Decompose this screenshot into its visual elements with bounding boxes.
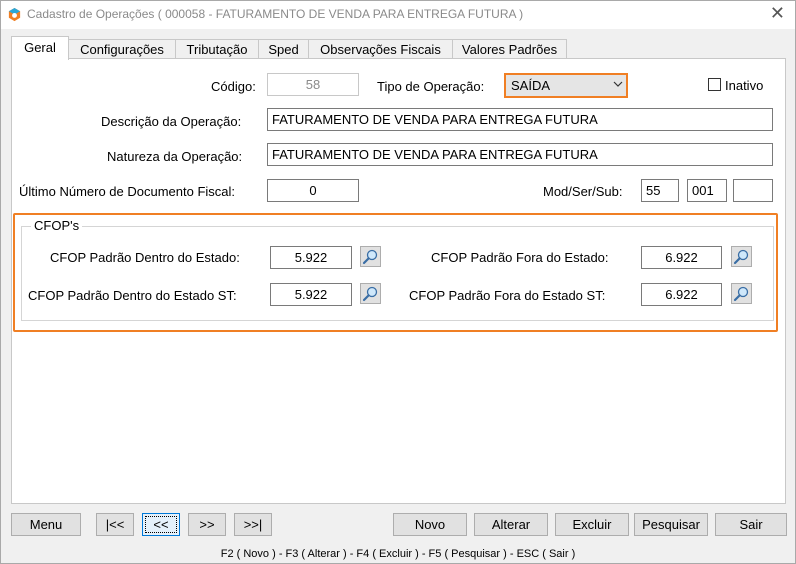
cfop-fora-label: CFOP Padrão Fora do Estado: [431,250,609,265]
magnifier-icon [733,286,749,302]
alterar-button[interactable]: Alterar [474,513,548,536]
codigo-label: Código: [211,79,256,94]
cfop-dentro-st-field[interactable]: 5.922 [270,283,352,306]
sair-button[interactable]: Sair [715,513,787,536]
serie-field[interactable]: 001 [687,179,727,202]
tipo-operacao-label: Tipo de Operação: [377,79,485,94]
ultimo-numero-label: Último Número de Documento Fiscal: [19,184,236,199]
novo-button[interactable]: Novo [393,513,467,536]
inativo-label: Inativo [725,78,764,93]
title-bar: Cadastro de Operações ( 000058 - FATURAM… [1,1,795,29]
mod-field[interactable]: 55 [641,179,679,202]
ultimo-numero-field[interactable]: 0 [267,179,359,202]
magnifier-icon [362,286,378,302]
cfop-dentro-search-button[interactable] [360,246,381,267]
cfop-group-title: CFOP's [31,218,83,233]
previous-record-button[interactable]: << [142,513,180,536]
chevron-down-icon [613,77,623,94]
cfop-dentro-field[interactable]: 5.922 [270,246,352,269]
next-record-button[interactable]: >> [188,513,226,536]
cfop-fora-st-field[interactable]: 6.922 [641,283,722,306]
descricao-field[interactable]: FATURAMENTO DE VENDA PARA ENTREGA FUTURA [267,108,773,131]
subserie-field[interactable] [733,179,773,202]
descricao-label: Descrição da Operação: [101,114,242,129]
tab-valores-padroes[interactable]: Valores Padrões [452,39,567,59]
magnifier-icon [733,249,749,265]
codigo-field[interactable]: 58 [267,73,359,96]
natureza-label: Natureza da Operação: [107,149,243,164]
last-record-button[interactable]: >>| [234,513,272,536]
tab-configuracoes[interactable]: Configurações [68,39,176,59]
cfop-fora-st-label: CFOP Padrão Fora do Estado ST: [409,288,606,303]
natureza-field[interactable]: FATURAMENTO DE VENDA PARA ENTREGA FUTURA [267,143,773,166]
cfop-dentro-st-search-button[interactable] [360,283,381,304]
excluir-button[interactable]: Excluir [555,513,629,536]
tab-geral[interactable]: Geral [11,36,69,60]
cfop-dentro-st-label: CFOP Padrão Dentro do Estado ST: [28,288,237,303]
tab-observacoes-fiscais[interactable]: Observações Fiscais [308,39,453,59]
tab-sped[interactable]: Sped [258,39,309,59]
tipo-operacao-value: SAÍDA [511,78,551,93]
cfop-fora-field[interactable]: 6.922 [641,246,722,269]
first-record-button[interactable]: |<< [96,513,134,536]
close-icon[interactable]: ✕ [770,3,785,25]
app-icon [8,7,21,22]
shortcut-statusbar: F2 ( Novo ) - F3 ( Alterar ) - F4 ( Excl… [220,548,576,560]
tipo-operacao-select[interactable]: SAÍDA [504,73,628,98]
cfop-dentro-label: CFOP Padrão Dentro do Estado: [50,250,240,265]
cfop-groupbox [21,226,774,321]
tab-tributacao[interactable]: Tributação [175,39,259,59]
window-title: Cadastro de Operações ( 000058 - FATURAM… [27,7,524,21]
pesquisar-button[interactable]: Pesquisar [634,513,708,536]
mod-ser-sub-label: Mod/Ser/Sub: [543,184,623,199]
magnifier-icon [362,249,378,265]
menu-button[interactable]: Menu [11,513,81,536]
inativo-checkbox[interactable] [708,78,721,91]
main-window: Cadastro de Operações ( 000058 - FATURAM… [0,0,796,564]
cfop-fora-st-search-button[interactable] [731,283,752,304]
cfop-fora-search-button[interactable] [731,246,752,267]
